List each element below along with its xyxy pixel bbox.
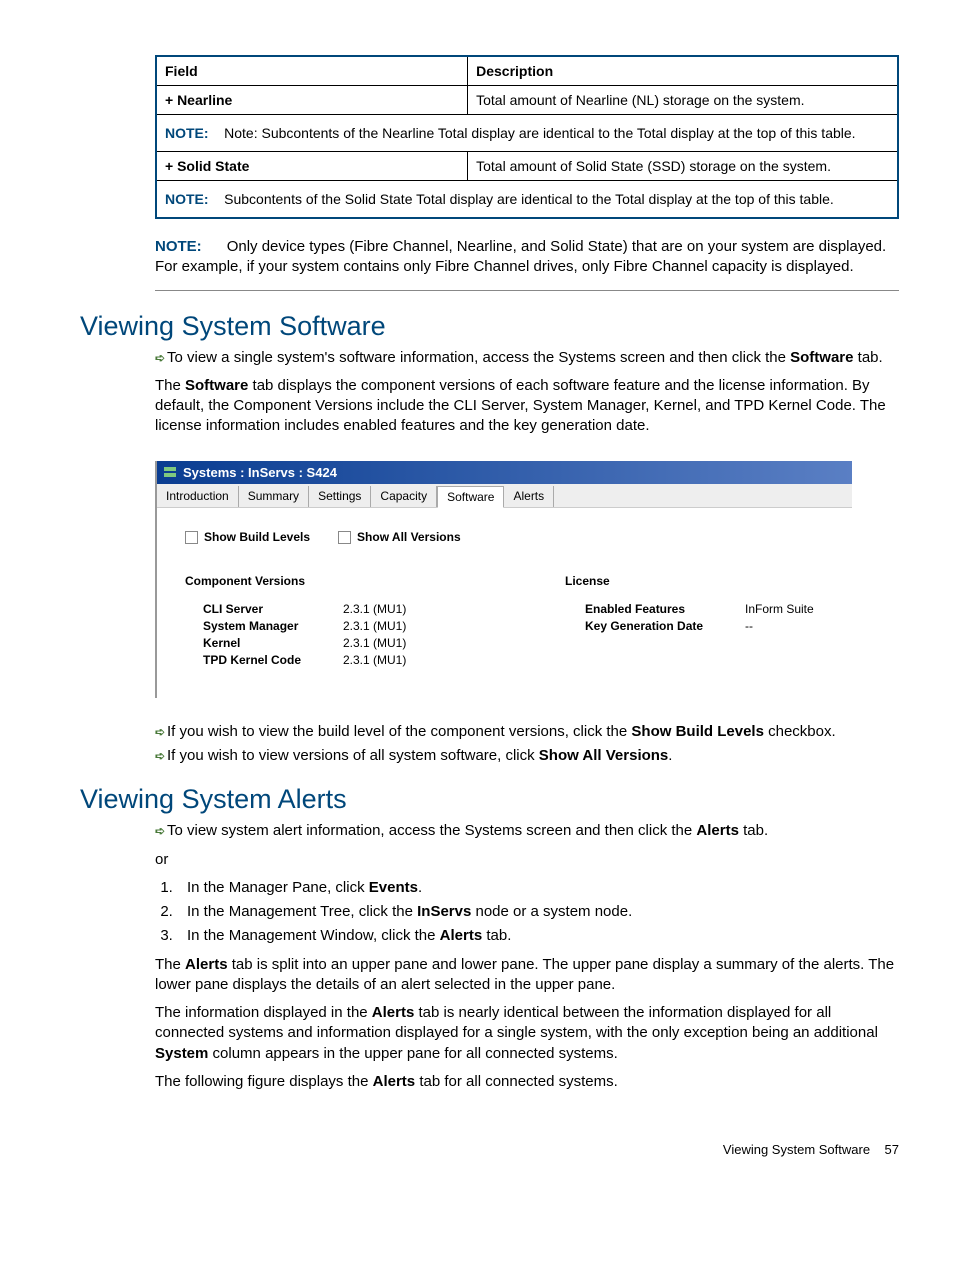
arrow-icon: ➪ xyxy=(155,350,167,366)
instruction-line: ➪If you wish to view the build level of … xyxy=(155,722,899,742)
tab-capacity[interactable]: Capacity xyxy=(371,486,437,507)
checkbox-icon xyxy=(185,531,198,544)
table-note-row: NOTE: Note: Subcontents of the Nearline … xyxy=(156,115,898,152)
body-paragraph: The following figure displays the Alerts… xyxy=(155,1072,899,1092)
table-note-row: NOTE: Subcontents of the Solid State Tot… xyxy=(156,181,898,219)
page-number: 57 xyxy=(885,1142,899,1157)
component-versions-heading: Component Versions xyxy=(185,574,505,588)
window-icon xyxy=(163,465,177,479)
page-footer: Viewing System Software 57 xyxy=(80,1142,899,1157)
tab-summary[interactable]: Summary xyxy=(239,486,309,507)
tab-software[interactable]: Software xyxy=(437,486,504,508)
cell-field: + Solid State xyxy=(156,152,468,181)
tab-introduction[interactable]: Introduction xyxy=(157,486,239,507)
field-description-table: Field Description + Nearline Total amoun… xyxy=(155,55,899,219)
license-row: Key Generation Date-- xyxy=(565,619,824,633)
list-item: In the Management Window, click the Aler… xyxy=(177,926,899,946)
footer-title: Viewing System Software xyxy=(723,1142,870,1157)
body-paragraph: The Software tab displays the component … xyxy=(155,376,899,437)
note-label: NOTE: xyxy=(165,125,209,141)
component-row: System Manager2.3.1 (MU1) xyxy=(185,619,505,633)
body-paragraph: The information displayed in the Alerts … xyxy=(155,1003,899,1064)
table-row: + Nearline Total amount of Nearline (NL)… xyxy=(156,86,898,115)
window-title-bar: Systems : InServs : S424 xyxy=(157,461,852,484)
instruction-line: ➪To view a single system's software info… xyxy=(155,348,899,368)
tabs-row: Introduction Summary Settings Capacity S… xyxy=(157,484,852,508)
or-text: or xyxy=(155,850,899,870)
note-text: Note: Subcontents of the Nearline Total … xyxy=(224,125,855,141)
checkbox-show-all-versions[interactable]: Show All Versions xyxy=(338,530,461,544)
section-heading-alerts: Viewing System Alerts xyxy=(80,784,899,815)
instruction-line: ➪If you wish to view versions of all sys… xyxy=(155,746,899,766)
cell-field: + Nearline xyxy=(156,86,468,115)
list-item: In the Management Tree, click the InServ… xyxy=(177,902,899,922)
body-paragraph: The Alerts tab is split into an upper pa… xyxy=(155,955,899,996)
cell-description: Total amount of Nearline (NL) storage on… xyxy=(468,86,898,115)
list-item: In the Manager Pane, click Events. xyxy=(177,878,899,898)
arrow-icon: ➪ xyxy=(155,823,167,839)
section-heading-software: Viewing System Software xyxy=(80,311,899,342)
table-row: + Solid State Total amount of Solid Stat… xyxy=(156,152,898,181)
note-paragraph: NOTE: Only device types (Fibre Channel, … xyxy=(155,237,899,291)
table-header-description: Description xyxy=(468,56,898,86)
tab-settings[interactable]: Settings xyxy=(309,486,371,507)
software-screenshot: Systems : InServs : S424 Introduction Su… xyxy=(155,461,852,698)
numbered-list: In the Manager Pane, click Events. In th… xyxy=(155,878,899,947)
note-text: Subcontents of the Solid State Total dis… xyxy=(224,191,834,207)
component-row: TPD Kernel Code2.3.1 (MU1) xyxy=(185,653,505,667)
checkbox-icon xyxy=(338,531,351,544)
license-heading: License xyxy=(565,574,824,588)
note-label: NOTE: xyxy=(165,191,209,207)
arrow-icon: ➪ xyxy=(155,724,167,740)
checkbox-show-build-levels[interactable]: Show Build Levels xyxy=(185,530,310,544)
note-label: NOTE: xyxy=(155,238,202,255)
arrow-icon: ➪ xyxy=(155,748,167,764)
note-text: Only device types (Fibre Channel, Nearli… xyxy=(155,238,886,275)
cell-description: Total amount of Solid State (SSD) storag… xyxy=(468,152,898,181)
instruction-line: ➪To view system alert information, acces… xyxy=(155,821,899,841)
table-header-field: Field xyxy=(156,56,468,86)
tab-alerts[interactable]: Alerts xyxy=(504,486,554,507)
component-row: CLI Server2.3.1 (MU1) xyxy=(185,602,505,616)
component-row: Kernel2.3.1 (MU1) xyxy=(185,636,505,650)
window-title: Systems : InServs : S424 xyxy=(183,465,337,480)
license-row: Enabled FeaturesInForm Suite xyxy=(565,602,824,616)
